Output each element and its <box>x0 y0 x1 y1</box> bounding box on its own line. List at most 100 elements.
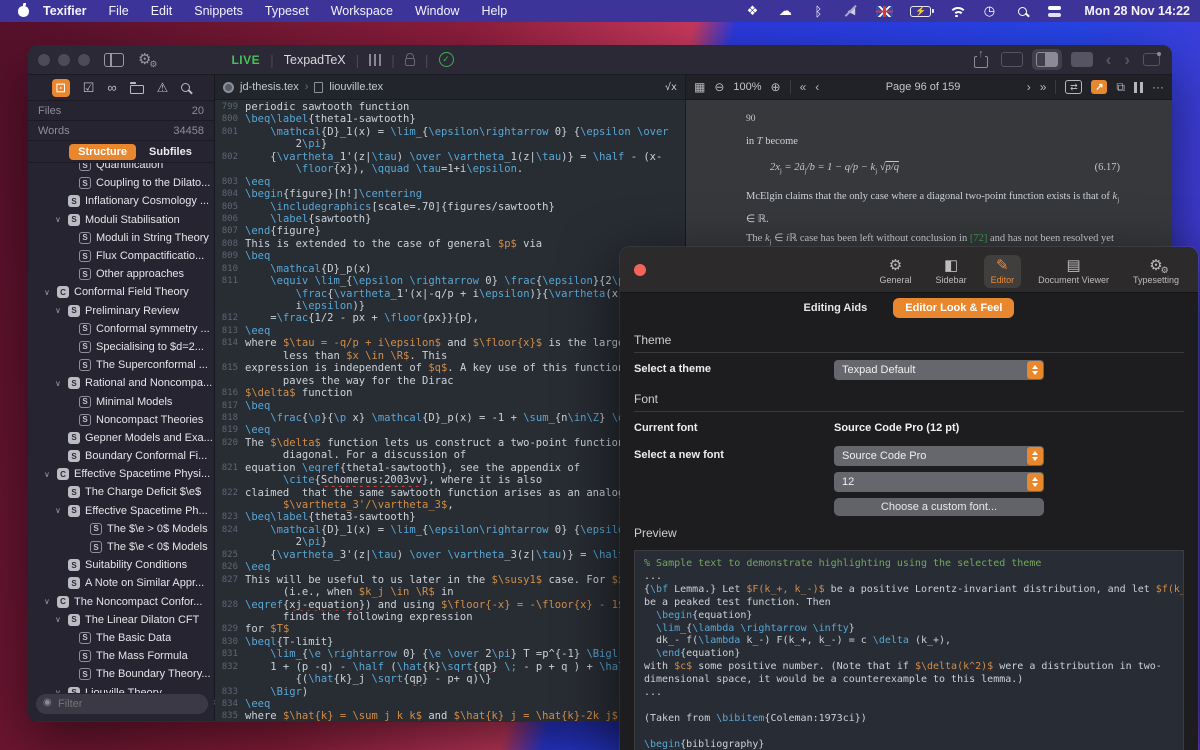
structure-mode-icon[interactable]: ⊡ <box>51 78 70 97</box>
zoom-button[interactable] <box>78 53 90 66</box>
next-page-button[interactable]: › <box>1027 80 1031 94</box>
outline-item[interactable]: ∨ S Effective Spacetime Ph... <box>28 502 214 520</box>
apple-menu-icon[interactable] <box>18 2 29 17</box>
jump-to-source-icon[interactable]: ↗ <box>1091 80 1108 94</box>
math-preview-button[interactable]: √x <box>665 82 677 93</box>
dropbox-icon[interactable]: ❖ <box>744 3 760 19</box>
outline-item[interactable]: ∨ S The Linear Dilaton CFT <box>28 611 214 629</box>
outline-item[interactable]: S Moduli in String Theory <box>28 229 214 247</box>
theme-select[interactable]: Texpad Default <box>834 360 1044 380</box>
font-size-select[interactable]: 12 <box>834 472 1044 492</box>
tab-editing-aids[interactable]: Editing Aids <box>804 302 868 314</box>
outline-item[interactable]: S Conformal symmetry ... <box>28 320 214 338</box>
outline-item[interactable]: S The Basic Data <box>28 629 214 647</box>
outline-item[interactable]: ∨ S Liouville Theory <box>28 683 214 693</box>
typeset-engine-title[interactable]: TexpadTeX <box>284 53 346 67</box>
font-select[interactable]: Source Code Pro <box>834 446 1044 466</box>
outline-item[interactable]: S The $\e < 0$ Models <box>28 538 214 556</box>
outline-item[interactable]: ∨ S Rational and Noncompa... <box>28 374 214 392</box>
chevron-down-icon[interactable]: ∨ <box>44 597 57 606</box>
pref-tab-sidebar[interactable]: ◧ Sidebar <box>929 255 974 288</box>
first-page-button[interactable]: « <box>800 80 807 94</box>
bluetooth-icon[interactable]: ᛒ <box>810 3 826 19</box>
layout-pdf-only-button[interactable] <box>1070 52 1093 67</box>
typeset-success-icon[interactable]: ✓ <box>438 52 454 67</box>
more-options-icon[interactable]: ··· <box>1152 80 1164 94</box>
outline-item[interactable]: S Specialising to $d=2... <box>28 338 214 356</box>
detach-window-icon[interactable] <box>1143 52 1161 66</box>
pref-tab-editor[interactable]: ✎ Editor <box>983 255 1022 288</box>
menu-edit[interactable]: Edit <box>151 4 173 18</box>
outline-item[interactable]: S Minimal Models <box>28 392 214 410</box>
chevron-down-icon[interactable]: ∨ <box>44 288 57 297</box>
outline-item[interactable]: ∨ S Moduli Stabilisation <box>28 211 214 229</box>
warnings-mode-icon[interactable]: ⚠ <box>157 81 169 94</box>
zoom-out-icon[interactable]: ⊖ <box>714 80 724 94</box>
live-typeset-badge[interactable]: LIVE <box>231 53 260 67</box>
share-icon[interactable] <box>973 47 988 68</box>
outline-item[interactable]: ∨ C Effective Spacetime Physi... <box>28 465 214 483</box>
layout-split-button[interactable] <box>1031 49 1062 70</box>
back-button[interactable]: ‹ <box>1106 51 1112 68</box>
outline-item[interactable]: S Flux Compactificatio... <box>28 247 214 265</box>
close-button[interactable] <box>38 53 50 66</box>
control-center-icon[interactable] <box>1047 5 1063 17</box>
thumbnails-icon[interactable]: ▦ <box>694 80 705 94</box>
breadcrumb-file[interactable]: liouville.tex <box>329 81 383 93</box>
spotlight-icon[interactable] <box>1014 3 1030 19</box>
wifi-icon[interactable] <box>948 5 968 17</box>
chevron-down-icon[interactable]: ∨ <box>55 306 68 315</box>
settings-gears-icon[interactable]: ⚙ <box>138 52 158 69</box>
battery-icon[interactable]: ⚡ <box>910 5 935 17</box>
toggle-sidebar-icon[interactable] <box>104 52 124 67</box>
zoom-level[interactable]: 100% <box>733 81 761 93</box>
outline-item[interactable]: S Quantification <box>28 163 214 174</box>
outline-item[interactable]: S Boundary Conformal Fi... <box>28 447 214 465</box>
files-mode-icon[interactable] <box>129 82 144 94</box>
minimize-button[interactable] <box>58 53 70 66</box>
dialog-close-button[interactable] <box>634 264 646 276</box>
menubar-clock[interactable]: Mon 28 Nov 14:22 <box>1084 4 1190 18</box>
chevron-down-icon[interactable]: ∨ <box>55 379 68 388</box>
todo-mode-icon[interactable]: ☑ <box>83 81 95 94</box>
chevron-down-icon[interactable]: ∨ <box>55 506 68 515</box>
outline-item[interactable]: ∨ C Conformal Field Theory <box>28 283 214 301</box>
outline-item[interactable]: S A Note on Similar Appr... <box>28 574 214 592</box>
outline-item[interactable]: S The Mass Formula <box>28 647 214 665</box>
symbols-mode-icon[interactable]: ∞ <box>107 81 116 94</box>
lock-icon[interactable] <box>404 52 415 66</box>
outline-item[interactable]: S The Charge Deficit $\e$ <box>28 483 214 501</box>
tab-structure[interactable]: Structure <box>69 143 137 160</box>
outline-item[interactable]: S Suitability Conditions <box>28 556 214 574</box>
elephant-icon[interactable]: ☁ <box>777 3 793 19</box>
code-editor[interactable]: 799 periodic sawtooth function 800 \beq\lab… <box>215 100 685 721</box>
mute-icon[interactable]: ◀ <box>843 3 859 19</box>
outline-item[interactable]: S Gepner Models and Exa... <box>28 429 214 447</box>
outline-item[interactable]: ∨ S Preliminary Review <box>28 302 214 320</box>
keyboard-flag-icon[interactable] <box>876 5 894 17</box>
tab-editor-look-feel[interactable]: Editor Look & Feel <box>893 298 1015 318</box>
tab-subfiles[interactable]: Subfiles <box>140 144 201 160</box>
search-mode-icon[interactable] <box>181 83 191 92</box>
outline-item[interactable]: S The Boundary Theory... <box>28 665 214 683</box>
menu-file[interactable]: File <box>109 4 129 18</box>
menu-texifier[interactable]: Texifier <box>43 4 87 18</box>
pause-typeset-icon[interactable] <box>1134 81 1143 93</box>
menu-help[interactable]: Help <box>481 4 507 18</box>
menu-snippets[interactable]: Snippets <box>194 4 243 18</box>
outline-item[interactable]: ∨ C The Noncompact Confor... <box>28 593 214 611</box>
outline-item[interactable]: S Other approaches <box>28 265 214 283</box>
filter-input[interactable] <box>36 694 208 714</box>
chevron-down-icon[interactable]: ∨ <box>55 215 68 224</box>
outline-item[interactable]: S Coupling to the Dilato... <box>28 174 214 192</box>
typeset-options-icon[interactable] <box>369 53 372 66</box>
chevron-down-icon[interactable]: ∨ <box>55 615 68 624</box>
menu-typeset[interactable]: Typeset <box>265 4 309 18</box>
outline-item[interactable]: S Inflationary Cosmology ... <box>28 192 214 210</box>
outline-item[interactable]: S The $\e > 0$ Models <box>28 520 214 538</box>
pref-tab-typesetting[interactable]: ⚙Typesetting <box>1126 255 1186 288</box>
menu-workspace[interactable]: Workspace <box>331 4 393 18</box>
pref-tab-general[interactable]: ⚙ General <box>873 255 919 288</box>
prev-page-button[interactable]: ‹ <box>815 80 819 94</box>
menu-window[interactable]: Window <box>415 4 459 18</box>
